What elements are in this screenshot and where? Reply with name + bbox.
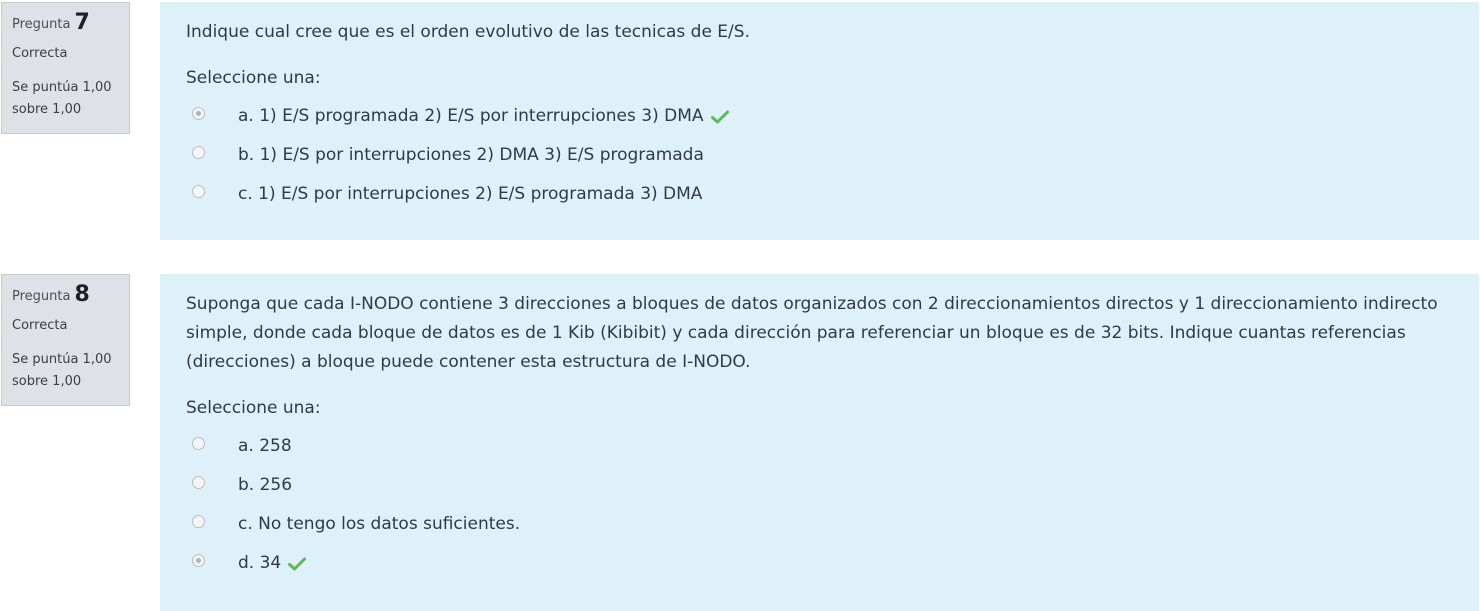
question-info-8: Pregunta 8 Correcta Se puntúa 1,00 sobre … <box>1 274 130 406</box>
answer-option-c[interactable]: c. No tengo los datos suficientes. <box>186 504 1453 543</box>
radio-icon[interactable] <box>192 515 205 528</box>
question-content-7: Indique cual cree que es el orden evolut… <box>160 2 1479 240</box>
answer-label: d. 34 <box>238 552 282 573</box>
question-content-8: Suponga que cada I-NODO contiene 3 direc… <box>160 274 1479 611</box>
answer-label: c. No tengo los datos suficientes. <box>238 513 521 534</box>
answer-option-c[interactable]: c. 1) E/S por interrupciones 2) E/S prog… <box>186 174 1453 213</box>
answer-prompt: Seleccione una: <box>186 68 321 88</box>
radio-icon[interactable] <box>192 437 205 450</box>
answer-option-d[interactable]: d. 34 <box>186 543 1453 582</box>
answer-option-a[interactable]: a. 1) E/S programada 2) E/S por interrup… <box>186 96 1453 135</box>
answer-label: b. 1) E/S por interrupciones 2) DMA 3) E… <box>238 144 704 165</box>
question-state: Correcta <box>12 318 68 333</box>
question-text: Indique cual cree que es el orden evolut… <box>186 22 750 42</box>
answer-label: a. 258 <box>238 435 292 456</box>
question-grade-line1: Se puntúa 1,00 <box>12 80 112 95</box>
answer-label: a. 1) E/S programada 2) E/S por interrup… <box>238 105 704 126</box>
answer-option-b[interactable]: b. 256 <box>186 465 1453 504</box>
question-info-7: Pregunta 7 Correcta Se puntúa 1,00 sobre … <box>1 2 130 134</box>
question-grade-line2: sobre 1,00 <box>12 102 82 117</box>
radio-icon[interactable] <box>192 185 205 198</box>
radio-icon[interactable] <box>192 554 205 567</box>
question-grade-line2: sobre 1,00 <box>12 374 82 389</box>
checkmark-icon <box>710 110 729 123</box>
answer-label: c. 1) E/S por interrupciones 2) E/S prog… <box>238 183 703 204</box>
answer-label: b. 256 <box>238 474 293 495</box>
question-number: Pregunta 8 <box>12 282 90 307</box>
answer-list: a. 1) E/S programada 2) E/S por interrup… <box>186 96 1453 213</box>
answer-option-b[interactable]: b. 1) E/S por interrupciones 2) DMA 3) E… <box>186 135 1453 174</box>
answer-prompt: Seleccione una: <box>186 398 321 418</box>
answer-list: a. 258 b. 256 c. No tengo los datos sufi… <box>186 426 1453 582</box>
radio-icon[interactable] <box>192 146 205 159</box>
question-text: Suponga que cada I-NODO contiene 3 direc… <box>186 294 1438 372</box>
question-state: Correcta <box>12 46 68 61</box>
question-grade-line1: Se puntúa 1,00 <box>12 352 112 367</box>
answer-option-a[interactable]: a. 258 <box>186 426 1453 465</box>
radio-icon[interactable] <box>192 107 205 120</box>
checkmark-icon <box>288 557 307 570</box>
question-number: Pregunta 7 <box>12 10 90 35</box>
radio-icon[interactable] <box>192 476 205 489</box>
